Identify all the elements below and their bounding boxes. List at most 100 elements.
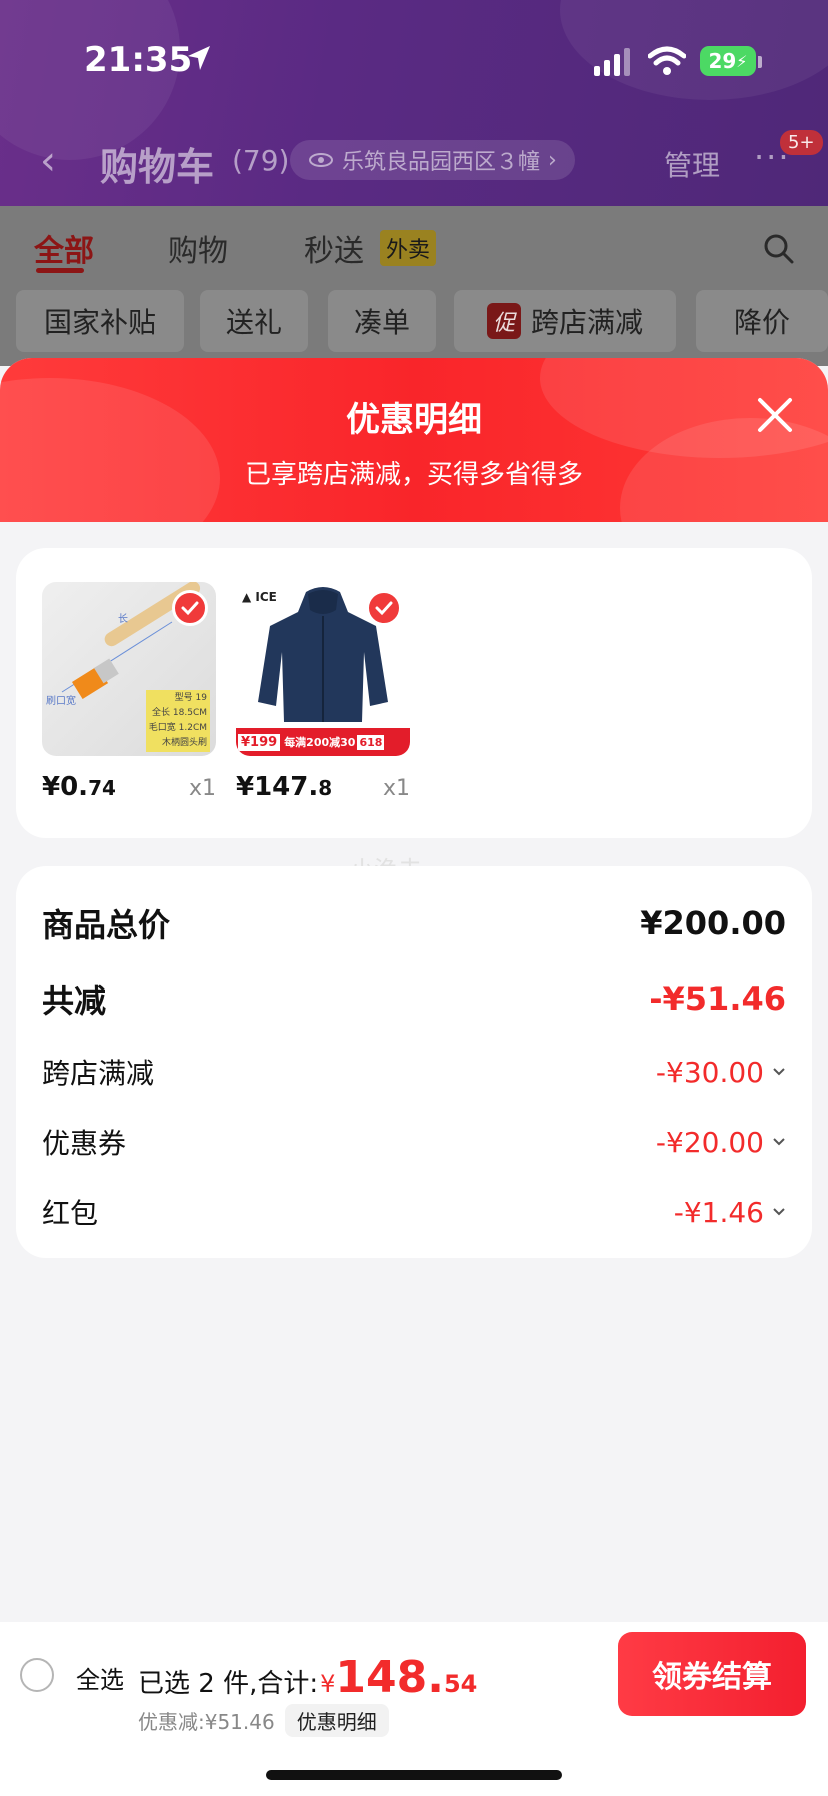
- cart-count: (79): [232, 144, 290, 177]
- product-quantity: x1: [382, 776, 410, 801]
- image-spec-text: 型号 19 全长 18.5CM 毛口宽 1.2CM 木柄圆头刷: [145, 690, 210, 752]
- price-main: ¥147.: [236, 772, 319, 802]
- discount-amount: -¥30.00: [655, 1055, 764, 1089]
- cellular-signal-icon: [594, 48, 630, 76]
- brand-text: ICE: [255, 590, 277, 604]
- chevron-down-icon: [773, 1138, 785, 1146]
- battery-tip: [758, 56, 762, 68]
- discount-amount: -¥1.46: [673, 1195, 764, 1229]
- tab-shopping[interactable]: 购物: [168, 226, 228, 270]
- selected-check-icon[interactable]: [366, 590, 402, 626]
- discount-value: -¥20.00: [656, 1126, 786, 1159]
- sheet-header: 优惠明细 已享跨店满减，买得多省得多: [0, 358, 828, 522]
- discount-text: 优惠减:¥51.46: [138, 1710, 275, 1734]
- discount-label: 优惠券: [42, 1127, 127, 1160]
- home-indicator: [266, 1770, 562, 1780]
- banner-price: ¥199: [238, 733, 281, 751]
- chip-cross-store-discount[interactable]: 促 跨店满减: [454, 290, 676, 352]
- discount-detail-button[interactable]: 优惠明细: [284, 1704, 389, 1737]
- delivery-address-pill[interactable]: 乐筑良品园西区３幢 ›: [290, 140, 575, 180]
- promo-banner: ¥199 每满200减30 618: [236, 728, 410, 756]
- manage-button[interactable]: 管理: [664, 144, 720, 184]
- total-price-value: ¥200.00: [640, 904, 786, 942]
- discount-detail-sheet: 优惠明细 已享跨店满减，买得多省得多 长 刷口宽 型号 19 全长 18.5CM…: [0, 358, 828, 1796]
- chip-gift[interactable]: 送礼: [200, 290, 308, 352]
- price-main: ¥0.: [42, 772, 89, 802]
- image-side-label: 刷口宽: [46, 696, 76, 707]
- takeout-tag: 外卖: [380, 230, 437, 266]
- tab-all[interactable]: 全部: [34, 226, 94, 270]
- search-icon[interactable]: [762, 232, 794, 264]
- select-all-radio[interactable]: [20, 1658, 54, 1692]
- sheet-subtitle: 已享跨店满减，买得多省得多: [244, 460, 583, 490]
- spec-line: 全长 18.5CM: [152, 708, 207, 718]
- back-chevron-icon[interactable]: ‹: [40, 138, 56, 184]
- battery-level: 29: [708, 49, 737, 73]
- tab-instant-delivery[interactable]: 秒送: [304, 226, 364, 270]
- checkout-button[interactable]: 领券结算: [618, 1632, 806, 1716]
- message-badge: 5+: [780, 130, 823, 155]
- price-decimal: 74: [88, 776, 116, 800]
- total-decimal: 54: [443, 1670, 478, 1698]
- spec-line: 毛口宽 1.2CM: [148, 723, 207, 733]
- sheet-title: 优惠明细: [346, 400, 482, 440]
- checkout-bar: 全选 已选 2 件,合计: ¥ 148. 54 优惠减:¥51.46 优惠明细 …: [0, 1622, 828, 1796]
- spec-line: 木柄圆头刷: [161, 738, 207, 748]
- total-price-row: 商品总价 ¥200.00: [42, 900, 786, 946]
- charging-bolt-icon: ⚡: [736, 51, 748, 71]
- total-integer: 148.: [335, 1652, 444, 1703]
- total-price-label: 商品总价: [42, 906, 171, 944]
- chip-national-subsidy[interactable]: 国家补贴: [16, 290, 184, 352]
- banner-618: 618: [357, 734, 385, 750]
- product-quantity: x1: [188, 776, 216, 801]
- discount-row-coupon[interactable]: 优惠券 -¥20.00: [42, 1122, 786, 1162]
- discount-summary: 优惠减:¥51.46 优惠明细: [138, 1704, 389, 1737]
- selected-products-card: 长 刷口宽 型号 19 全长 18.5CM 毛口宽 1.2CM 木柄圆头刷 ¥0…: [16, 548, 812, 838]
- status-bar: 21:35 29 ⚡: [0, 0, 828, 120]
- active-tab-underline: [36, 268, 84, 273]
- discount-value: -¥1.46: [674, 1196, 786, 1229]
- close-icon[interactable]: [754, 394, 796, 436]
- spec-line: 型号 19: [174, 693, 207, 703]
- page-title: 购物车: [100, 145, 215, 189]
- banner-text: 每满200减30: [284, 736, 356, 749]
- selected-total: 已选 2 件,合计: ¥ 148. 54: [138, 1652, 477, 1703]
- chip-label: 跨店满减: [531, 306, 644, 339]
- chevron-down-icon: [773, 1208, 785, 1216]
- chevron-right-icon: ›: [548, 147, 557, 173]
- chevron-down-icon: [773, 1068, 785, 1076]
- discount-value: -¥30.00: [656, 1056, 786, 1089]
- cart-nav-bar: ‹ 购物车 (79) 乐筑良品园西区３幢 › 管理 ··· 5+: [0, 120, 828, 206]
- chip-price-drop[interactable]: 降价: [696, 290, 828, 352]
- price-decimal: 8: [318, 776, 333, 800]
- product-price: ¥147.8: [236, 772, 332, 802]
- product-item[interactable]: ▲ ICE ¥199 每满200减30 618 ¥147.8 x1: [236, 582, 410, 802]
- total-reduction-label: 共减: [42, 982, 107, 1020]
- discount-amount: -¥20.00: [655, 1125, 764, 1159]
- chip-add-on[interactable]: 凑单: [328, 290, 436, 352]
- image-top-label: 长: [118, 614, 128, 625]
- currency-symbol: ¥: [320, 1670, 336, 1698]
- discount-row-cross-store[interactable]: 跨店满减 -¥30.00: [42, 1052, 786, 1092]
- product-price: ¥0.74: [42, 772, 116, 802]
- address-text: 乐筑良品园西区３幢: [342, 150, 541, 175]
- selected-check-icon[interactable]: [172, 590, 208, 626]
- brand-logo: ▲ ICE: [242, 590, 277, 604]
- product-item[interactable]: 长 刷口宽 型号 19 全长 18.5CM 毛口宽 1.2CM 木柄圆头刷 ¥0…: [42, 582, 216, 802]
- battery-indicator: 29 ⚡: [700, 46, 756, 76]
- cart-tabs: 全部 购物 秒送 外卖: [0, 216, 828, 276]
- discount-label: 跨店满减: [42, 1057, 155, 1090]
- selected-count-text: 已选 2 件,合计:: [138, 1669, 319, 1699]
- promo-tag: 促: [486, 303, 521, 339]
- total-reduction-row: 共减 -¥51.46: [42, 976, 786, 1022]
- discount-label: 红包: [42, 1197, 99, 1230]
- eye-icon: [309, 153, 333, 167]
- total-reduction-value: -¥51.46: [649, 980, 786, 1018]
- product-image-jacket: ▲ ICE ¥199 每满200减30 618: [236, 582, 410, 756]
- discount-row-red-packet[interactable]: 红包 -¥1.46: [42, 1192, 786, 1232]
- product-image-brush: 长 刷口宽 型号 19 全长 18.5CM 毛口宽 1.2CM 木柄圆头刷: [42, 582, 216, 756]
- location-arrow-icon: [188, 46, 210, 70]
- wifi-icon: [648, 46, 686, 75]
- status-time: 21:35: [84, 40, 193, 80]
- select-all-label[interactable]: 全选: [76, 1660, 124, 1695]
